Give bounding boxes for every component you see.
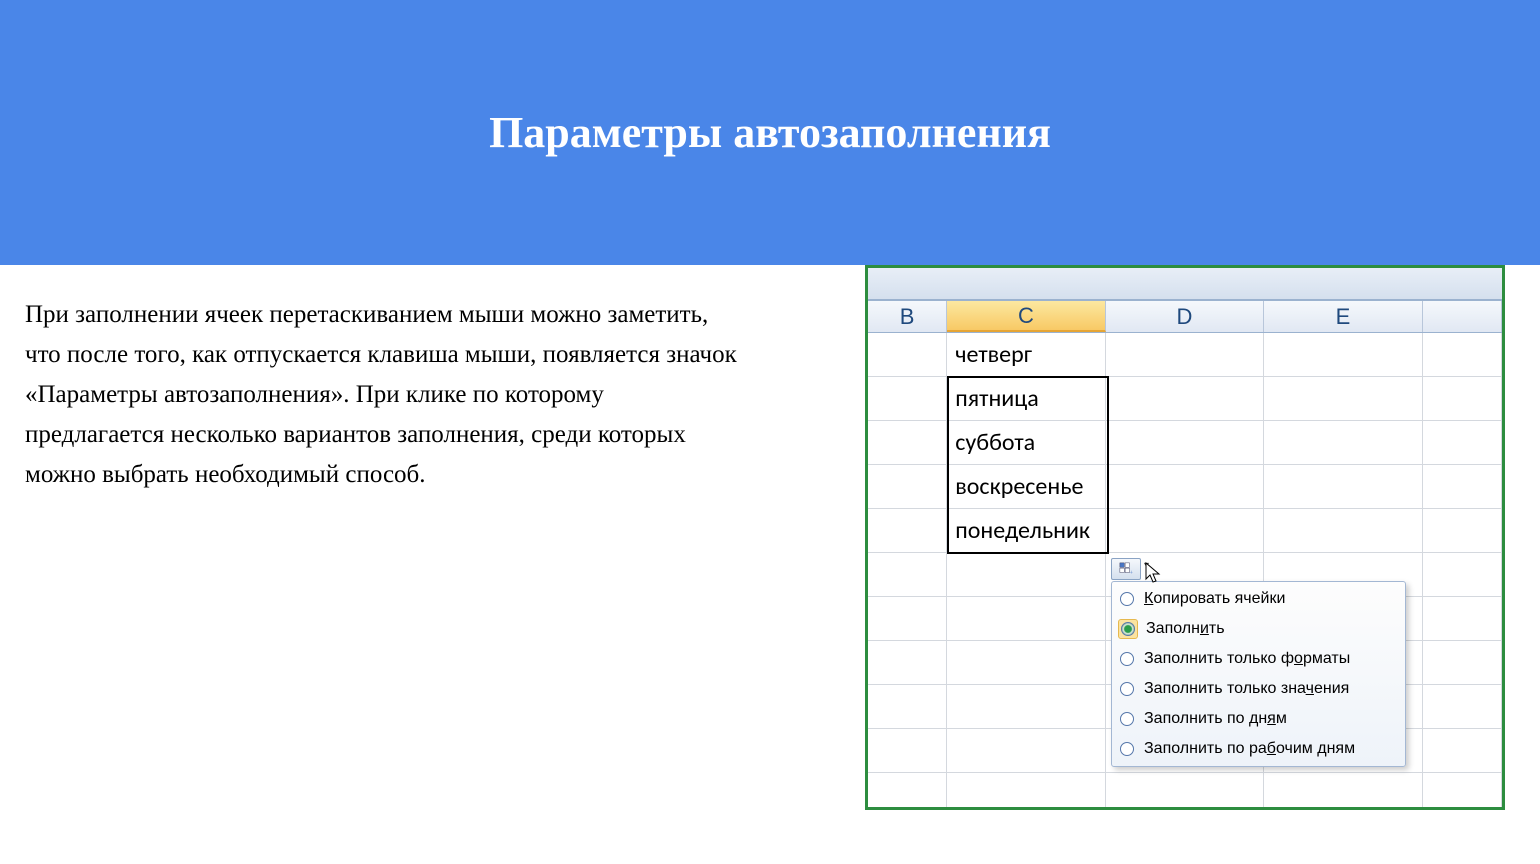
col-header-c[interactable]: C — [947, 301, 1106, 332]
cell[interactable] — [1423, 333, 1502, 377]
radio-icon — [1120, 592, 1134, 606]
cell[interactable] — [868, 333, 947, 377]
col-header-b[interactable]: B — [868, 301, 947, 332]
cell[interactable] — [868, 377, 947, 421]
cell[interactable] — [947, 729, 1105, 773]
cell[interactable] — [1106, 333, 1264, 377]
menu-item[interactable]: Заполнить по рабочим дням — [1114, 734, 1403, 764]
radio-icon — [1120, 682, 1134, 696]
cell[interactable] — [1423, 465, 1502, 509]
menu-item-label: Заполнить — [1146, 620, 1225, 638]
radio-icon — [1120, 652, 1134, 666]
cell[interactable] — [1264, 465, 1422, 509]
svg-text:+: + — [1130, 570, 1134, 576]
menu-item-label: Заполнить только значения — [1144, 680, 1349, 698]
cell[interactable] — [868, 773, 947, 810]
col-header-e[interactable]: E — [1264, 301, 1423, 332]
cell[interactable] — [1423, 641, 1502, 685]
cell[interactable] — [868, 685, 947, 729]
autofill-icon: + — [1119, 562, 1133, 576]
cell[interactable] — [1423, 553, 1502, 597]
menu-item[interactable]: Заполнить только значения — [1114, 674, 1403, 704]
col-header-d[interactable]: D — [1106, 301, 1265, 332]
radio-icon — [1121, 622, 1135, 636]
cell[interactable] — [868, 641, 947, 685]
menu-item[interactable]: Заполнить по дням — [1114, 704, 1403, 734]
autofill-options-button[interactable]: + ▾ — [1111, 558, 1141, 580]
menu-item-label: Заполнить по дням — [1144, 710, 1287, 728]
cell[interactable] — [1264, 773, 1422, 810]
cell[interactable] — [868, 509, 947, 553]
autofill-options-menu: Копировать ячейки Заполнить Заполнить толь… — [1111, 581, 1406, 767]
radio-icon — [1120, 712, 1134, 726]
spreadsheet-grid[interactable]: четверг пятница суббота во — [868, 333, 1502, 810]
formula-bar-area — [868, 268, 1502, 301]
cell[interactable] — [1106, 509, 1264, 553]
cell[interactable] — [1423, 685, 1502, 729]
radio-icon — [1120, 742, 1134, 756]
cell[interactable]: воскресенье — [947, 465, 1105, 509]
cell[interactable] — [1106, 421, 1264, 465]
column-headers: B C D E — [868, 301, 1502, 333]
cell[interactable] — [1423, 509, 1502, 553]
menu-item[interactable]: Копировать ячейки — [1114, 584, 1403, 614]
cell[interactable] — [1106, 773, 1264, 810]
cursor-icon — [1144, 561, 1162, 585]
cell[interactable] — [1423, 597, 1502, 641]
cell[interactable] — [1264, 421, 1422, 465]
menu-item-label: Заполнить по рабочим дням — [1144, 740, 1355, 758]
menu-item[interactable]: Заполнить — [1114, 614, 1403, 644]
cell[interactable]: пятница — [947, 377, 1105, 421]
menu-item[interactable]: Заполнить только форматы — [1114, 644, 1403, 674]
cell[interactable] — [1106, 377, 1264, 421]
cell[interactable] — [947, 685, 1105, 729]
menu-item-label: Копировать ячейки — [1144, 590, 1285, 608]
cell[interactable] — [1423, 729, 1502, 773]
cell[interactable] — [1264, 333, 1422, 377]
excel-screenshot: B C D E четверг пятница с — [865, 265, 1505, 810]
cell[interactable] — [1106, 465, 1264, 509]
slide-title: Параметры автозаполнения — [489, 107, 1051, 158]
cell[interactable] — [947, 553, 1105, 597]
description-text: При заполнении ячеек перетаскиванием мыш… — [25, 295, 745, 495]
cell[interactable]: суббота — [947, 421, 1105, 465]
cell[interactable] — [947, 597, 1105, 641]
cell[interactable] — [868, 597, 947, 641]
cell[interactable]: понедельник — [947, 509, 1105, 553]
cell[interactable] — [868, 465, 947, 509]
cell[interactable] — [868, 553, 947, 597]
cell[interactable] — [1423, 421, 1502, 465]
cell[interactable] — [1423, 773, 1502, 810]
cell[interactable] — [1423, 377, 1502, 421]
col-header-extra[interactable] — [1423, 301, 1502, 332]
cell[interactable] — [1264, 377, 1422, 421]
slide-header: Параметры автозаполнения — [0, 0, 1540, 265]
cell[interactable] — [947, 773, 1105, 810]
cell[interactable] — [947, 641, 1105, 685]
cell[interactable] — [868, 729, 947, 773]
menu-item-label: Заполнить только форматы — [1144, 650, 1350, 668]
cell[interactable] — [868, 421, 947, 465]
cell[interactable] — [1264, 509, 1422, 553]
cell[interactable]: четверг — [947, 333, 1105, 377]
